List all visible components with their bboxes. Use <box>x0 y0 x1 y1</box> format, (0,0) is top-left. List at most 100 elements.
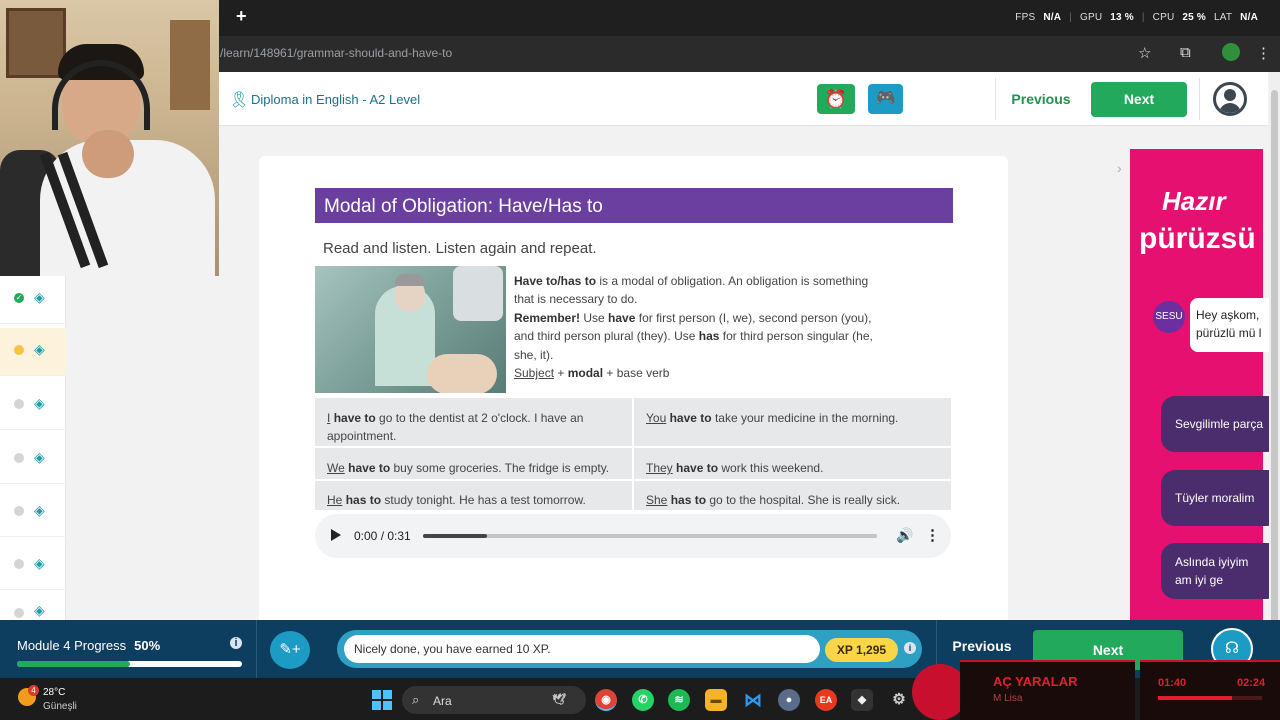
example-sentence: We have to buy some groceries. The fridg… <box>315 448 632 479</box>
audio-seek-fill <box>423 534 487 538</box>
sidebar-item[interactable]: ◈ <box>0 436 66 484</box>
layers-icon: ◈ <box>34 395 45 411</box>
chevron-right-icon[interactable]: › <box>1117 160 1122 176</box>
in-progress-icon <box>14 345 24 355</box>
layers-icon: ◈ <box>34 555 45 571</box>
alarm-clock-button[interactable]: ⏰ <box>817 84 855 114</box>
overlay-divider: | <box>1141 12 1145 23</box>
now-playing-fill <box>1158 696 1232 700</box>
example-sentence: They have to work this weekend. <box>634 448 951 479</box>
example-sentence: I have to go to the dentist at 2 o'clock… <box>315 398 632 446</box>
whatsapp-icon[interactable]: ✆ <box>632 689 654 711</box>
info-icon[interactable]: i <box>904 642 916 654</box>
ad-chat-option: Tüyler moralim <box>1161 470 1280 526</box>
lat-label: LAT <box>1213 12 1233 23</box>
bookmark-star-icon[interactable]: ☆ <box>1138 44 1151 62</box>
xp-message: Nicely done, you have earned 10 XP. <box>344 635 820 663</box>
add-note-button[interactable]: ✎+ <box>270 631 310 669</box>
menu-dots-icon[interactable]: ⋮ <box>1256 44 1271 62</box>
spotify-icon[interactable]: ≋ <box>668 689 690 711</box>
header-divider <box>1199 78 1200 120</box>
now-playing-total-time: 02:24 <box>1237 677 1266 689</box>
now-playing-current-time: 01:40 <box>1158 677 1187 689</box>
lesson-sidebar: ✓ ◈ ◈ ◈ ◈ ◈ ◈ ◈ <box>0 276 66 620</box>
layers-icon: ◈ <box>34 602 45 618</box>
audio-seek-bar[interactable] <box>423 534 877 538</box>
sidebar-item[interactable]: ◈ <box>0 382 66 430</box>
now-playing-overlay <box>960 660 1135 720</box>
sidebar-item-current[interactable]: ◈ <box>0 328 66 376</box>
play-icon[interactable] <box>331 529 341 541</box>
course-title[interactable]: Diploma in English - A2 Level <box>251 92 420 107</box>
performance-overlay: FPS N/A | GPU 13 % | CPU 25 % LAT N/A <box>1015 12 1258 23</box>
lesson-title: Modal of Obligation: Have/Has to <box>315 188 953 223</box>
url-text[interactable]: /learn/148961/grammar-should-and-have-to <box>220 46 452 60</box>
lesson-instruction: Read and listen. Listen again and repeat… <box>323 240 597 257</box>
gpu-label: GPU <box>1079 12 1103 23</box>
status-dot-icon <box>14 608 24 618</box>
bird-icon: 🕊 <box>552 694 566 706</box>
gpu-value: 13 % <box>1110 12 1134 23</box>
ad-headline: pürüzsü <box>1139 222 1256 255</box>
module-progress-fill <box>17 661 130 667</box>
header-next-button[interactable]: Next <box>1091 82 1187 117</box>
new-tab-button[interactable]: + <box>236 6 247 27</box>
sidebar-item-completed[interactable]: ✓ ◈ <box>0 276 66 324</box>
cpu-value: 25 % <box>1182 12 1206 23</box>
header-previous-button[interactable]: Previous <box>1005 82 1077 116</box>
layers-icon: ◈ <box>34 289 45 305</box>
xp-badge: XP 1,295 <box>825 638 898 662</box>
windows-start-icon[interactable] <box>372 690 392 710</box>
lat-value: N/A <box>1240 12 1258 23</box>
header-divider <box>995 78 996 120</box>
volume-icon[interactable]: 🔊 <box>896 527 913 544</box>
status-dot-icon <box>14 453 24 463</box>
bottom-divider <box>256 620 257 678</box>
example-sentence: She has to go to the hospital. She is re… <box>634 481 951 510</box>
audio-time: 0:00 / 0:31 <box>354 529 411 543</box>
extensions-icon[interactable]: ⧉ <box>1180 44 1191 61</box>
taskbar-search-text: Ara <box>433 694 452 708</box>
epic-icon[interactable]: ◆ <box>851 689 873 711</box>
profile-icon[interactable] <box>1222 43 1240 61</box>
grammar-explanation: Have to/has to is a modal of obligation.… <box>514 274 873 381</box>
now-playing-artist: M Lisa <box>993 693 1023 704</box>
status-dot-icon <box>14 399 24 409</box>
example-sentence: You have to take your medicine in the mo… <box>634 398 951 446</box>
ad-avatar: SESU <box>1153 301 1185 333</box>
more-options-icon[interactable]: ⋮ <box>925 526 940 544</box>
file-explorer-icon[interactable]: ▬ <box>705 689 727 711</box>
now-playing-timer <box>1140 660 1280 720</box>
ad-chat-option: Aslında iyiyim am iyi ge <box>1161 543 1280 599</box>
weather-condition: Güneşli <box>43 701 77 712</box>
sidebar-item[interactable]: ◈ <box>0 489 66 537</box>
ad-chat-bubble: Hey aşkom, pürüzlü mü l <box>1190 298 1280 352</box>
overlay-divider: | <box>1069 12 1072 23</box>
status-dot-icon <box>14 559 24 569</box>
gamepad-button[interactable]: 🎮 <box>868 84 903 114</box>
notification-badge: 4 <box>28 685 39 696</box>
webcam-overlay <box>0 0 219 276</box>
layers-icon: ◈ <box>34 502 45 518</box>
info-icon[interactable]: i <box>230 637 242 649</box>
status-dot-icon <box>14 506 24 516</box>
chrome-icon[interactable]: ◉ <box>595 689 617 711</box>
vscode-icon[interactable]: ⋈ <box>742 689 764 711</box>
fps-value: N/A <box>1043 12 1062 23</box>
app-circle-icon[interactable]: ● <box>778 689 800 711</box>
ad-headline: Hazır <box>1162 186 1226 216</box>
cpu-label: CPU <box>1152 12 1175 23</box>
module-progress-percent: 50% <box>134 638 161 653</box>
user-avatar-icon[interactable] <box>1213 82 1247 116</box>
bottom-previous-button[interactable]: Previous <box>943 638 1021 654</box>
sidebar-item[interactable]: ◈ <box>0 542 66 590</box>
scrollbar-thumb[interactable] <box>1271 90 1278 630</box>
ad-chat-option: Sevgilimle parça <box>1161 396 1280 452</box>
fps-label: FPS <box>1015 12 1036 23</box>
sidebar-item[interactable]: ◈ <box>0 594 66 620</box>
weather-temperature: 28°C <box>43 687 66 698</box>
steam-icon[interactable]: ⚙ <box>888 689 910 711</box>
ea-icon[interactable]: EA <box>815 689 837 711</box>
layers-icon: ◈ <box>34 449 45 465</box>
dentist-photo <box>315 266 506 393</box>
